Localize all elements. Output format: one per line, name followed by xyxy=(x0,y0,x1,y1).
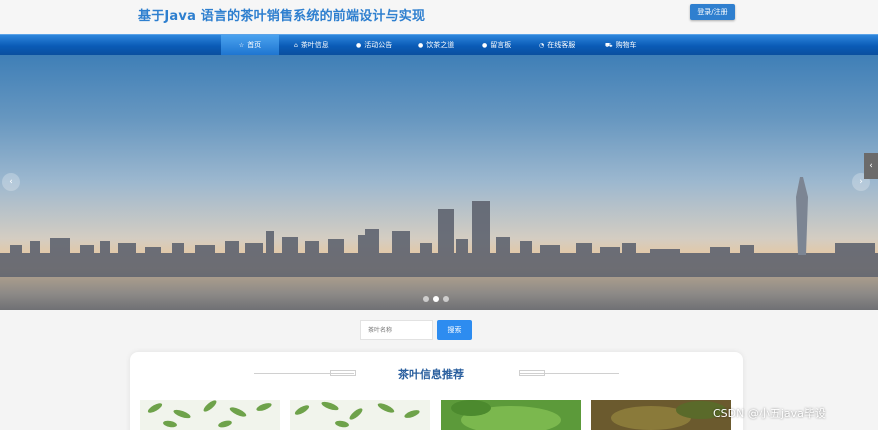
info-icon: ● xyxy=(356,42,362,49)
side-collapse-tab[interactable]: ‹ xyxy=(864,153,878,179)
cart-icon: ⛟ xyxy=(605,42,613,49)
carousel-prev-button[interactable]: ‹ xyxy=(2,173,20,191)
login-register-button[interactable]: 登录/注册 xyxy=(690,4,735,20)
carousel-dot[interactable] xyxy=(443,296,449,302)
nav-label: 饮茶之道 xyxy=(426,41,455,49)
tea-leaf-image xyxy=(290,400,430,430)
nav-item-announcements[interactable]: ● 活动公告 xyxy=(356,35,392,56)
main-nav: ☆ 首页 ⌂ 茶叶信息 ● 活动公告 ● 饮茶之道 ● 留言板 ◔ 在线客服 ⛟ 购物车 xyxy=(0,34,878,56)
tea-leaf-image xyxy=(140,400,280,430)
nav-label: 留言板 xyxy=(490,41,512,49)
section-title: 茶叶信息推荐 xyxy=(398,368,464,381)
search-input[interactable] xyxy=(360,320,433,340)
banner-carousel[interactable]: ‹ › xyxy=(0,55,878,310)
nav-item-home[interactable]: ☆ 首页 xyxy=(221,35,279,56)
title-ornament-right xyxy=(519,370,545,376)
carousel-dot-active[interactable] xyxy=(433,296,439,302)
home-icon: ⌂ xyxy=(294,42,298,49)
info-icon: ● xyxy=(418,42,424,49)
nav-label: 茶叶信息 xyxy=(300,41,329,49)
csdn-watermark: CSDN @小五java毕设 xyxy=(713,407,826,420)
tea-card-4[interactable] xyxy=(591,400,731,430)
nav-item-tea-way[interactable]: ● 饮茶之道 xyxy=(418,35,454,56)
nav-item-message-board[interactable]: ● 留言板 xyxy=(482,35,511,56)
search-button[interactable]: 搜索 xyxy=(437,320,472,340)
nav-item-cart[interactable]: ⛟ 购物车 xyxy=(605,35,637,56)
nav-item-tea-info[interactable]: ⌂ 茶叶信息 xyxy=(294,35,329,56)
tea-card-1[interactable] xyxy=(140,400,280,430)
title-ornament-left xyxy=(330,370,356,376)
tea-card-2[interactable] xyxy=(290,400,430,430)
city-skyline-image xyxy=(0,177,878,310)
nav-label: 活动公告 xyxy=(364,41,393,49)
site-title: 基于Java 语言的茶叶销售系统的前端设计与实现 xyxy=(138,9,426,24)
tea-plant-image xyxy=(441,400,581,430)
tea-plant-image xyxy=(591,400,731,430)
info-icon: ● xyxy=(482,42,488,49)
nav-label: 首页 xyxy=(247,41,262,49)
nav-item-customer-service[interactable]: ◔ 在线客服 xyxy=(539,35,575,56)
nav-label: 在线客服 xyxy=(547,41,576,49)
nav-label: 购物车 xyxy=(615,41,637,49)
header: 基于Java 语言的茶叶销售系统的前端设计与实现 登录/注册 xyxy=(0,0,878,34)
carousel-dot[interactable] xyxy=(423,296,429,302)
star-icon: ☆ xyxy=(238,42,245,49)
headset-icon: ◔ xyxy=(539,42,545,49)
tea-card-3[interactable] xyxy=(441,400,581,430)
